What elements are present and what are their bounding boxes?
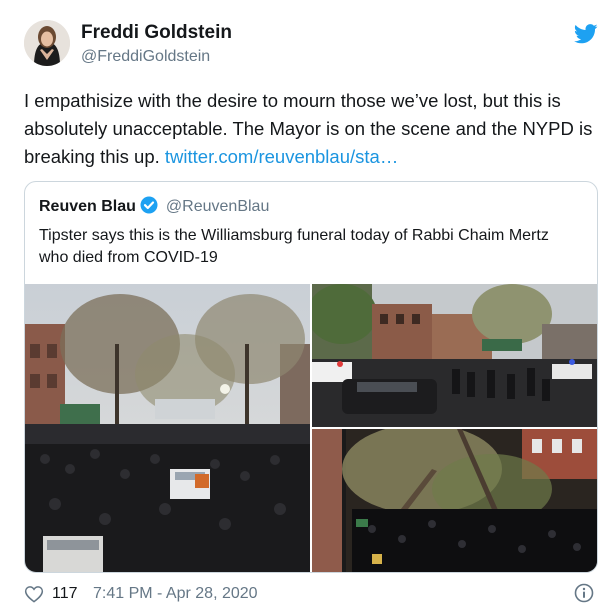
tweet-header: Freddi Goldstein @FreddiGoldstein [24, 18, 598, 70]
quoted-tweet-text: Tipster says this is the Williamsburg fu… [39, 227, 549, 266]
quoted-author-name[interactable]: Reuven Blau [39, 198, 136, 215]
quoted-tweet-header: Reuven Blau @ReuvenBlau [39, 196, 269, 218]
tweet-footer: 117 7:41 PM - Apr 28, 2020 [24, 582, 598, 606]
avatar[interactable] [24, 20, 70, 66]
info-icon[interactable] [574, 583, 594, 603]
tweet-link[interactable]: twitter.com/reuvenblau/sta… [165, 146, 398, 167]
photo-police-cars[interactable] [312, 284, 597, 427]
verified-badge-icon [140, 196, 158, 214]
quoted-author-handle[interactable]: @ReuvenBlau [166, 198, 269, 215]
photo-funeral-crowd-street[interactable] [25, 284, 310, 572]
quoted-tweet[interactable]: Reuven Blau @ReuvenBlau Tipster says this… [24, 181, 598, 573]
photo-crowd-from-above[interactable] [312, 429, 597, 572]
author-name[interactable]: Freddi Goldstein [81, 22, 232, 44]
tweet-timestamp[interactable]: 7:41 PM - Apr 28, 2020 [93, 585, 258, 603]
like-count[interactable]: 117 [52, 585, 78, 603]
tweet-text: I empathisize with the desire to mourn t… [24, 87, 594, 171]
author-handle[interactable]: @FreddiGoldstein [81, 48, 210, 66]
photo-grid [25, 284, 597, 572]
twitter-bird-icon[interactable] [573, 24, 598, 44]
heart-icon[interactable] [24, 584, 44, 604]
